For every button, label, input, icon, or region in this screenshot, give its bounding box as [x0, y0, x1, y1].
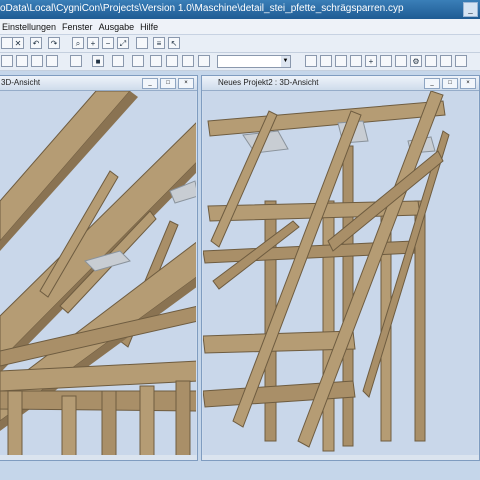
window-title: oData\Local\CygniCon\Projects\Version 1.… — [0, 3, 404, 14]
right-minimize-button[interactable]: _ — [424, 78, 440, 89]
tool-h-icon[interactable] — [380, 55, 392, 67]
tool-j-icon[interactable] — [425, 55, 437, 67]
right-horizontal-scrollbar[interactable] — [202, 455, 479, 460]
view-3d-icon[interactable] — [70, 55, 82, 67]
left-3d-canvas[interactable] — [0, 91, 196, 455]
left-timber-model — [0, 91, 196, 455]
plus-icon[interactable]: + — [365, 55, 377, 67]
menu-einstellungen[interactable]: Einstellungen — [0, 22, 60, 32]
table-icon[interactable] — [320, 55, 332, 67]
menu-ausgabe[interactable]: Ausgabe — [97, 22, 139, 32]
tool-d-icon[interactable] — [182, 55, 194, 67]
left-minimize-button[interactable]: _ — [142, 78, 158, 89]
zoom-icon[interactable]: ⌕ — [72, 37, 84, 49]
view-side-icon[interactable] — [16, 55, 28, 67]
right-window-titlebar[interactable]: Neues Projekt2 : 3D-Ansicht _ □ × — [202, 76, 479, 91]
left-window-titlebar[interactable]: 3D-Ansicht _ □ × — [0, 76, 197, 91]
menu-fenster[interactable]: Fenster — [60, 22, 97, 32]
undo-icon[interactable]: ↶ — [30, 37, 42, 49]
left-horizontal-scrollbar[interactable] — [0, 455, 197, 460]
select-icon[interactable]: ↖ — [168, 37, 180, 49]
menu-hilfe[interactable]: Hilfe — [138, 22, 162, 32]
chevron-down-icon: ▼ — [281, 56, 290, 67]
left-3d-view-window: 3D-Ansicht _ □ × — [0, 75, 198, 461]
settings-icon[interactable]: ⚙ — [410, 55, 422, 67]
menu-bar: Einstellungen Fenster Ausgabe Hilfe — [0, 19, 480, 35]
view-front-icon[interactable] — [1, 55, 13, 67]
app-titlebar: oData\Local\CygniCon\Projects\Version 1.… — [0, 0, 480, 19]
main-toolbar: ✕ ↶ ↷ ⌕ + − ⤢ ≡ ↖ — [0, 35, 480, 53]
list-icon[interactable]: ≡ — [153, 37, 165, 49]
render-icon[interactable]: ■ — [92, 55, 104, 67]
zoom-in-icon[interactable]: + — [87, 37, 99, 49]
tool-k-icon[interactable] — [440, 55, 452, 67]
view-grid-icon[interactable] — [46, 55, 58, 67]
right-3d-view-window: Neues Projekt2 : 3D-Ansicht _ □ × — [201, 75, 480, 461]
minimize-button[interactable]: _ — [463, 2, 478, 17]
tool-a-icon[interactable] — [132, 55, 144, 67]
tool-i-icon[interactable] — [395, 55, 407, 67]
tool-l-icon[interactable] — [455, 55, 467, 67]
zoom-fit-icon[interactable]: ⤢ — [117, 37, 129, 49]
zoom-out-icon[interactable]: − — [102, 37, 114, 49]
view-toolbar: ■ ▼ + ⚙ — [0, 53, 480, 71]
tool-c-icon[interactable] — [166, 55, 178, 67]
tool-e-icon[interactable] — [198, 55, 210, 67]
right-close-button[interactable]: × — [460, 78, 476, 89]
mdi-area: 3D-Ansicht _ □ × Neues Projekt2: 3D-Ans… — [0, 71, 480, 480]
right-timber-model — [203, 91, 478, 455]
color-icon[interactable] — [112, 55, 124, 67]
delete-icon[interactable]: ✕ — [12, 37, 24, 49]
left-close-button[interactable]: × — [178, 78, 194, 89]
view-top-icon[interactable] — [31, 55, 43, 67]
tool-g-icon[interactable] — [350, 55, 362, 67]
layer-select[interactable]: ▼ — [217, 55, 291, 68]
right-maximize-button[interactable]: □ — [442, 78, 458, 89]
tool-f-icon[interactable] — [335, 55, 347, 67]
page-icon[interactable] — [136, 37, 148, 49]
right-3d-canvas[interactable] — [203, 91, 478, 455]
right-window-title: Neues Projekt2 : 3D-Ansicht — [218, 78, 319, 87]
tool-b-icon[interactable] — [150, 55, 162, 67]
left-maximize-button[interactable]: □ — [160, 78, 176, 89]
redo-icon[interactable]: ↷ — [48, 37, 60, 49]
property-icon[interactable] — [305, 55, 317, 67]
left-window-title: 3D-Ansicht — [1, 78, 41, 87]
